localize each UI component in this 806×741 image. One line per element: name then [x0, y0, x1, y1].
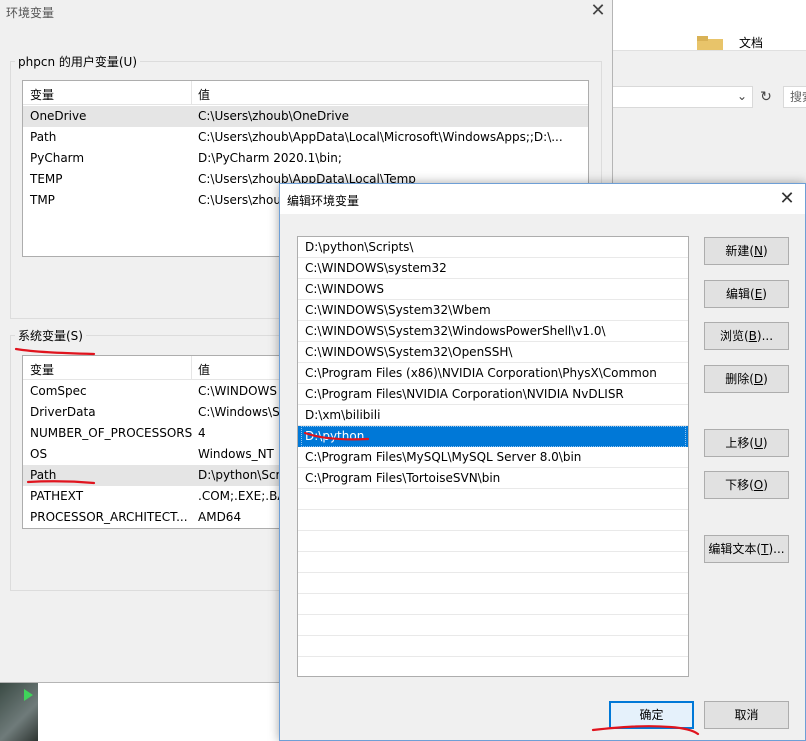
var-name: DriverData	[30, 405, 96, 419]
path-text: C:\WINDOWS\System32\OpenSSH\	[305, 345, 513, 359]
var-value: D:\python\Scr	[198, 468, 281, 482]
list-item[interactable]: C:\Program Files\NVIDIA Corporation\NVID…	[298, 384, 688, 405]
var-name: Path	[30, 468, 57, 482]
list-item-empty[interactable]	[298, 657, 688, 676]
list-item-empty[interactable]	[298, 636, 688, 657]
var-name: TMP	[30, 193, 55, 207]
table-row[interactable]: OneDrive C:\Users\zhoub\OneDrive	[23, 106, 588, 127]
var-name: PATHEXT	[30, 489, 84, 503]
path-text: C:\WINDOWS\system32	[305, 261, 447, 275]
list-item[interactable]: C:\WINDOWS	[298, 279, 688, 300]
new-button[interactable]: 新建(N)	[704, 237, 789, 265]
list-header: 变量 值	[23, 81, 588, 105]
explorer-titlebar: 文档	[613, 0, 806, 54]
var-name: TEMP	[30, 172, 63, 186]
var-name: Path	[30, 130, 57, 144]
path-text: C:\Program Files (x86)\NVIDIA Corporatio…	[305, 366, 657, 380]
path-text: C:\WINDOWS\System32\Wbem	[305, 303, 491, 317]
list-item-empty[interactable]	[298, 573, 688, 594]
system-vars-label: 系统变量(S)	[15, 327, 86, 344]
column-header-var[interactable]: 变量	[30, 361, 54, 378]
var-value: C:\Users\zhou	[198, 193, 281, 207]
list-item-empty[interactable]	[298, 489, 688, 510]
list-item[interactable]: D:\python\Scripts\	[298, 237, 688, 258]
dialog-title: 环境变量	[6, 6, 55, 20]
delete-button[interactable]: 删除(D)	[704, 365, 789, 393]
path-text: D:\xm\bilibili	[305, 408, 381, 422]
dialog-title: 编辑环境变量	[287, 194, 360, 208]
var-value: C:\WINDOWS	[198, 384, 278, 398]
var-name: OS	[30, 447, 48, 461]
explorer-toolbar	[613, 50, 806, 184]
search-input[interactable]: 搜索	[783, 86, 806, 108]
list-item[interactable]: C:\WINDOWS\System32\OpenSSH\	[298, 342, 688, 363]
path-text: D:\python	[305, 429, 365, 443]
var-value: AMD64	[198, 510, 242, 524]
list-item[interactable]: C:\Program Files\TortoiseSVN\bin	[298, 468, 688, 489]
browse-button[interactable]: 浏览(B)...	[704, 322, 789, 350]
list-item[interactable]: C:\WINDOWS\system32	[298, 258, 688, 279]
background-strip	[0, 683, 280, 741]
path-list[interactable]: D:\python\Scripts\ C:\WINDOWS\system32 C…	[297, 236, 689, 677]
var-name: NUMBER_OF_PROCESSORS	[30, 426, 193, 440]
move-down-button[interactable]: 下移(O)	[704, 471, 789, 499]
list-item-empty[interactable]	[298, 531, 688, 552]
list-item-selected[interactable]: D:\python	[298, 426, 688, 447]
var-name: PyCharm	[30, 151, 85, 165]
cancel-button[interactable]: 取消	[704, 701, 789, 729]
folder-label[interactable]: 文档	[739, 34, 763, 51]
list-item[interactable]: D:\xm\bilibili	[298, 405, 688, 426]
refresh-icon[interactable]: ↻	[755, 86, 777, 108]
list-item[interactable]: C:\WINDOWS\System32\Wbem	[298, 300, 688, 321]
list-item[interactable]: C:\Program Files (x86)\NVIDIA Corporatio…	[298, 363, 688, 384]
path-text: C:\WINDOWS\System32\WindowsPowerShell\v1…	[305, 324, 606, 338]
dialog-titlebar: 编辑环境变量 ✕	[280, 184, 805, 214]
path-text: C:\WINDOWS	[305, 282, 385, 296]
move-up-button[interactable]: 上移(U)	[704, 429, 789, 457]
var-value: C:\Users\zhoub\OneDrive	[198, 109, 350, 123]
var-value: C:\Users\zhoub\AppData\Local\Microsoft\W…	[198, 130, 563, 144]
ok-button[interactable]: 确定	[609, 701, 694, 729]
list-item-empty[interactable]	[298, 594, 688, 615]
chevron-down-icon[interactable]: ⌄	[737, 89, 747, 103]
var-value: .COM;.EXE;.BA	[198, 489, 286, 503]
close-icon[interactable]: ✕	[776, 188, 798, 210]
table-row[interactable]: PyCharm D:\PyCharm 2020.1\bin;	[23, 148, 588, 169]
edit-text-button[interactable]: 编辑文本(T)...	[704, 535, 789, 563]
path-text: D:\python\Scripts\	[305, 240, 414, 254]
list-item[interactable]: C:\WINDOWS\System32\WindowsPowerShell\v1…	[298, 321, 688, 342]
column-header-var[interactable]: 变量	[30, 86, 54, 103]
var-name: PROCESSOR_ARCHITECT...	[30, 510, 188, 524]
column-divider	[191, 356, 192, 380]
list-item-empty[interactable]	[298, 615, 688, 636]
path-text: C:\Program Files\TortoiseSVN\bin	[305, 471, 501, 485]
edit-button[interactable]: 编辑(E)	[704, 280, 789, 308]
var-value: Windows_NT	[198, 447, 274, 461]
path-text: C:\Program Files\NVIDIA Corporation\NVID…	[305, 387, 624, 401]
list-item[interactable]: C:\Program Files\MySQL\MySQL Server 8.0\…	[298, 447, 688, 468]
column-header-value[interactable]: 值	[198, 86, 210, 103]
list-item-empty[interactable]	[298, 552, 688, 573]
address-bar[interactable]	[613, 86, 753, 108]
play-icon[interactable]	[24, 689, 33, 701]
var-value: 4	[198, 426, 206, 440]
table-row[interactable]: Path C:\Users\zhoub\AppData\Local\Micros…	[23, 127, 588, 148]
path-text: C:\Program Files\MySQL\MySQL Server 8.0\…	[305, 450, 582, 464]
list-item-empty[interactable]	[298, 510, 688, 531]
edit-env-var-dialog: 编辑环境变量 ✕ D:\python\Scripts\ C:\WINDOWS\s…	[279, 183, 806, 741]
var-value: D:\PyCharm 2020.1\bin;	[198, 151, 342, 165]
var-name: ComSpec	[30, 384, 87, 398]
close-icon[interactable]: ✕	[588, 1, 608, 21]
column-header-value[interactable]: 值	[198, 361, 210, 378]
user-vars-label: phpcn 的用户变量(U)	[15, 53, 141, 70]
column-divider	[191, 81, 192, 105]
var-value: C:\Windows\S	[198, 405, 280, 419]
var-name: OneDrive	[30, 109, 87, 123]
